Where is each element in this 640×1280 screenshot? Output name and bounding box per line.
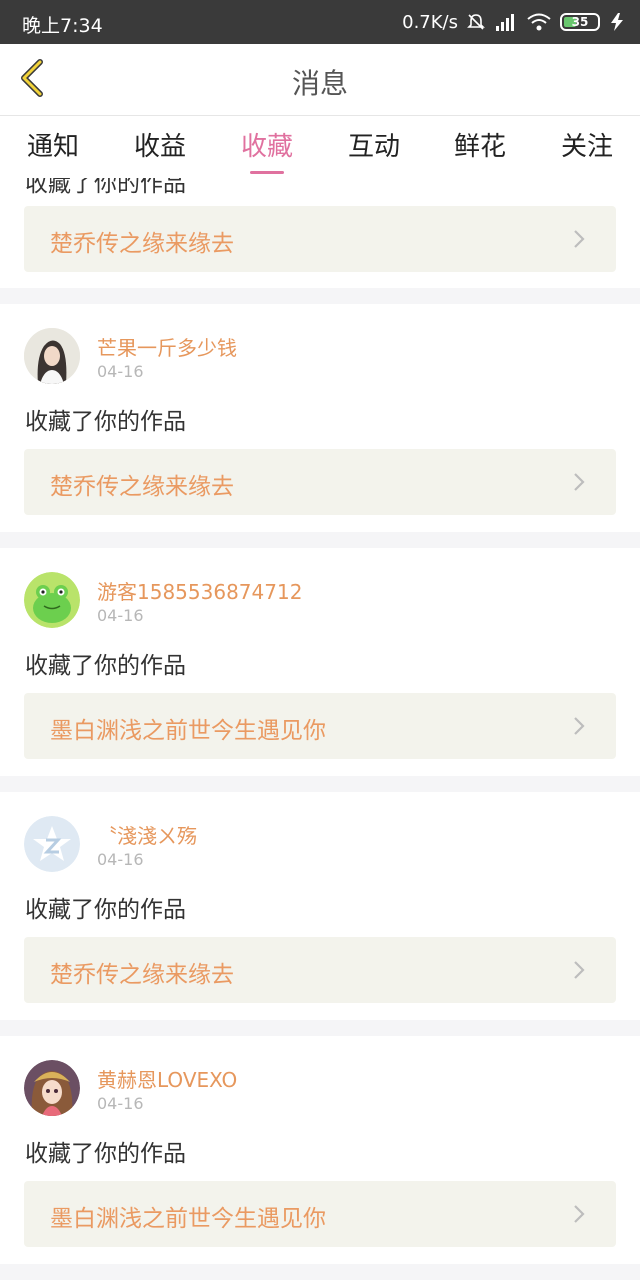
tab-interactions[interactable]: 互动 bbox=[329, 126, 419, 163]
chevron-right-icon bbox=[574, 473, 585, 491]
action-text: 收藏了你的作品 bbox=[25, 409, 186, 435]
chevron-right-icon bbox=[574, 1205, 585, 1223]
signal-icon bbox=[496, 14, 514, 31]
nav-bar: 消息 bbox=[0, 44, 640, 116]
timestamp: 04-16 bbox=[97, 362, 144, 381]
username[interactable]: 〝淺淺ㄨ殇 bbox=[97, 820, 197, 849]
work-link[interactable]: 楚乔传之缘来缘去 bbox=[24, 937, 616, 1003]
wifi-icon bbox=[527, 13, 551, 31]
battery-icon: 35 bbox=[560, 13, 600, 31]
list-item: 芒果一斤多少钱 04-16 收藏了你的作品 楚乔传之缘来缘去 bbox=[0, 304, 640, 532]
user-avatar[interactable] bbox=[24, 816, 80, 872]
action-text: 收藏了你的作品 bbox=[25, 653, 186, 679]
work-title: 楚乔传之缘来缘去 bbox=[50, 231, 234, 257]
work-link[interactable]: 墨白渊浅之前世今生遇见你 bbox=[24, 693, 616, 759]
list-item: 游客1585536874712 04-16 收藏了你的作品 墨白渊浅之前世今生遇… bbox=[0, 548, 640, 776]
user-avatar[interactable] bbox=[24, 1060, 80, 1116]
user-avatar[interactable] bbox=[24, 328, 80, 384]
tab-earnings[interactable]: 收益 bbox=[115, 126, 205, 163]
status-time: 晚上7:34 bbox=[22, 15, 103, 37]
username[interactable]: 黄赫恩LOVEXO bbox=[97, 1064, 237, 1093]
tab-notifications[interactable]: 通知 bbox=[8, 126, 98, 163]
work-title: 楚乔传之缘来缘去 bbox=[50, 962, 234, 988]
work-link[interactable]: 楚乔传之缘来缘去 bbox=[24, 449, 616, 515]
page-title: 消息 bbox=[291, 67, 348, 100]
status-icons: 0.7K/s 35 bbox=[402, 8, 626, 36]
work-link[interactable]: 楚乔传之缘来缘去 bbox=[24, 206, 616, 272]
charging-icon bbox=[611, 13, 623, 31]
status-bar: 晚上7:34 0.7K/s 35 bbox=[0, 0, 640, 44]
chevron-right-icon bbox=[574, 230, 585, 248]
timestamp: 04-16 bbox=[97, 606, 144, 625]
action-text: 收藏了你的作品 bbox=[25, 1141, 186, 1167]
chevron-right-icon bbox=[574, 717, 585, 735]
username[interactable]: 游客1585536874712 bbox=[97, 576, 302, 605]
action-text: 收藏了你的作品 bbox=[25, 178, 186, 197]
action-text: 收藏了你的作品 bbox=[25, 897, 186, 923]
mute-bell-icon bbox=[467, 14, 485, 30]
work-link[interactable]: 墨白渊浅之前世今生遇见你 bbox=[24, 1181, 616, 1247]
list-item: 黄赫恩LOVEXO 04-16 收藏了你的作品 墨白渊浅之前世今生遇见你 bbox=[0, 1036, 640, 1264]
work-title: 墨白渊浅之前世今生遇见你 bbox=[50, 718, 326, 744]
timestamp: 04-16 bbox=[97, 850, 144, 869]
message-list[interactable]: 收藏了你的作品 楚乔传之缘来缘去 芒果一斤多少钱 04-16 收藏了你的作品 楚… bbox=[0, 178, 640, 1280]
username[interactable]: 芒果一斤多少钱 bbox=[97, 332, 237, 361]
work-title: 墨白渊浅之前世今生遇见你 bbox=[50, 1206, 326, 1232]
tab-following[interactable]: 关注 bbox=[542, 126, 632, 163]
list-item: 〝淺淺ㄨ殇 04-16 收藏了你的作品 楚乔传之缘来缘去 bbox=[0, 792, 640, 1020]
tab-bar: 通知 收益 收藏 互动 鲜花 关注 bbox=[0, 116, 640, 178]
work-title: 楚乔传之缘来缘去 bbox=[50, 474, 234, 500]
timestamp: 04-16 bbox=[97, 1094, 144, 1113]
tab-favorites[interactable]: 收藏 bbox=[222, 126, 312, 174]
active-tab-indicator bbox=[250, 171, 284, 174]
network-speed: 0.7K/s bbox=[402, 11, 458, 33]
chevron-right-icon bbox=[574, 961, 585, 979]
user-avatar[interactable] bbox=[24, 572, 80, 628]
tab-flowers[interactable]: 鲜花 bbox=[435, 126, 525, 163]
list-item: 收藏了你的作品 楚乔传之缘来缘去 bbox=[0, 178, 640, 288]
